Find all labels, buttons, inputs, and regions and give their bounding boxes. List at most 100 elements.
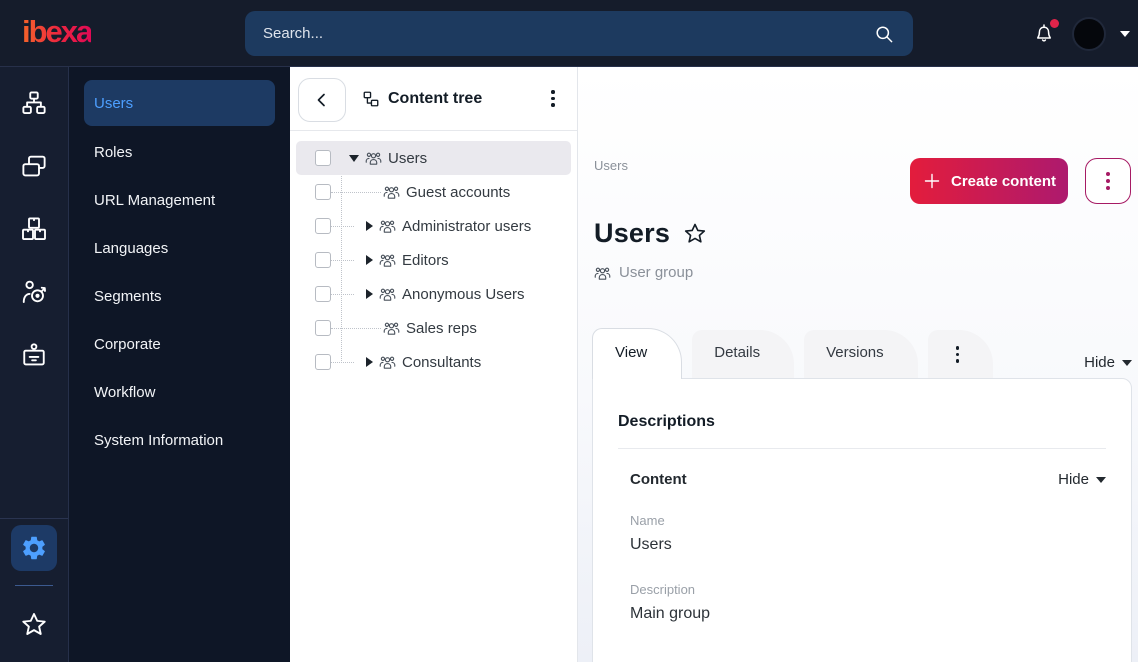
expander-down-icon[interactable] <box>349 154 359 162</box>
tree-row-users[interactable]: Users <box>296 141 571 175</box>
plus-icon <box>924 173 940 189</box>
tree-guide <box>331 191 381 193</box>
tab-more-options[interactable] <box>927 330 994 379</box>
field-value: Users <box>630 536 672 553</box>
tree-icon <box>363 91 379 106</box>
products-icon[interactable] <box>11 206 57 252</box>
card-heading: Descriptions <box>618 413 715 430</box>
row-checkbox[interactable] <box>315 354 331 370</box>
rail-divider-short <box>15 585 53 586</box>
menu-item-label: Users <box>94 94 134 112</box>
expander-right-icon[interactable] <box>366 357 373 367</box>
row-checkbox[interactable] <box>315 150 331 166</box>
user-group-icon <box>594 265 611 281</box>
tab-view[interactable]: View <box>592 328 683 379</box>
tree-row-label: Anonymous Users <box>402 285 525 303</box>
search-input[interactable] <box>263 25 873 42</box>
tree-guide <box>331 361 354 363</box>
tree-options-button[interactable] <box>539 83 567 115</box>
tree-guide <box>331 293 354 295</box>
user-menu-caret-icon[interactable] <box>1120 30 1130 37</box>
admin-menu: Users Roles URL Management Languages Seg… <box>69 67 290 662</box>
main-content: Users Create content Users User group Vi… <box>578 67 1138 662</box>
admin-gear-button[interactable] <box>11 525 57 571</box>
user-group-icon <box>379 218 396 234</box>
caret-down-icon <box>1096 476 1106 483</box>
notification-dot <box>1050 18 1059 28</box>
expander-right-icon[interactable] <box>366 289 373 299</box>
page-title-row: Users <box>594 218 708 249</box>
menu-item-languages[interactable]: Languages <box>84 224 275 272</box>
tree-row-label: Guest accounts <box>406 183 511 201</box>
menu-item-system-information[interactable]: System Information <box>84 416 275 464</box>
content-type-row: User group <box>594 264 693 281</box>
content-options-button[interactable] <box>1085 158 1131 204</box>
menu-item-users[interactable]: Users <box>84 80 275 126</box>
tree-row-label: Editors <box>402 251 449 269</box>
tree-row-editors[interactable]: Editors <box>296 243 571 277</box>
row-checkbox[interactable] <box>315 218 331 234</box>
ibexa-admin-page: ibexa Search... Users Roles URL Manageme… <box>0 0 1138 662</box>
user-group-icon <box>383 184 400 200</box>
gear-icon <box>23 536 45 560</box>
tree-row-label: Consultants <box>402 353 482 371</box>
hide-toggle[interactable]: Hide <box>1084 354 1132 371</box>
content-structure-icon[interactable] <box>11 80 57 126</box>
breadcrumb[interactable]: Users <box>594 158 628 173</box>
bookmark-star-icon[interactable] <box>682 221 708 247</box>
top-bar: ibexa <box>0 0 1138 67</box>
tree-row-administrator-users[interactable]: Administrator users <box>296 209 571 243</box>
tree-row-anonymous-users[interactable]: Anonymous Users <box>296 277 571 311</box>
expander-right-icon[interactable] <box>366 221 373 231</box>
global-search[interactable] <box>245 11 913 56</box>
tree-row-label: Sales reps <box>406 319 477 337</box>
tab-details[interactable]: Details <box>692 330 795 379</box>
menu-item-label: System Information <box>94 431 224 449</box>
field-value: Main group <box>630 605 711 622</box>
tree-row-guest-accounts[interactable]: Guest accounts <box>296 175 571 209</box>
menu-item-workflow[interactable]: Workflow <box>84 368 275 416</box>
search-icon[interactable] <box>873 23 895 45</box>
tree-row-consultants[interactable]: Consultants <box>296 345 571 379</box>
menu-item-roles[interactable]: Roles <box>84 128 275 176</box>
menu-item-url-management[interactable]: URL Management <box>84 176 275 224</box>
tree-guide <box>331 327 381 329</box>
ibexa-logo[interactable]: ibexa <box>22 14 93 50</box>
menu-item-label: Corporate <box>94 335 161 353</box>
tree-row-label: Users <box>388 149 428 167</box>
hide-label: Hide <box>1084 354 1115 371</box>
row-checkbox[interactable] <box>315 184 331 200</box>
menu-item-corporate[interactable]: Corporate <box>84 320 275 368</box>
menu-item-segments[interactable]: Segments <box>84 272 275 320</box>
row-checkbox[interactable] <box>315 252 331 268</box>
star-icon <box>22 613 46 635</box>
content-tree-panel: Content tree Users Guest accounts Admini… <box>290 67 578 662</box>
rail-divider <box>0 518 68 519</box>
row-checkbox[interactable] <box>315 320 331 336</box>
content-tree-title: Content tree <box>362 90 482 108</box>
menu-item-label: URL Management <box>94 191 216 209</box>
user-group-icon <box>383 320 400 336</box>
audience-icon[interactable] <box>11 269 57 315</box>
section-hide-toggle[interactable]: Hide <box>1058 471 1106 488</box>
field-label: Description <box>630 582 696 597</box>
notifications-button[interactable] <box>1032 18 1059 47</box>
content-tree-header: Content tree <box>290 67 577 131</box>
tree-row-sales-reps[interactable]: Sales reps <box>296 311 571 345</box>
expander-right-icon[interactable] <box>366 255 373 265</box>
pages-icon[interactable] <box>11 143 57 189</box>
tab-versions[interactable]: Versions <box>804 330 918 379</box>
menu-item-label: Workflow <box>94 383 156 401</box>
user-avatar[interactable] <box>1072 16 1106 51</box>
section-title: Content <box>630 471 687 488</box>
create-content-label: Create content <box>950 172 1057 190</box>
row-checkbox[interactable] <box>315 286 331 302</box>
create-content-button[interactable]: Create content <box>910 158 1068 204</box>
content-tree-rows: Users Guest accounts Administrator users <box>290 131 577 379</box>
collapse-tree-button[interactable] <box>298 78 346 122</box>
tree-guide <box>331 259 354 261</box>
bookmarks-button[interactable] <box>11 602 57 648</box>
menu-item-label: Roles <box>94 143 133 161</box>
content-section-header: Content Hide <box>630 471 1106 488</box>
corporate-badge-icon[interactable] <box>11 332 57 378</box>
